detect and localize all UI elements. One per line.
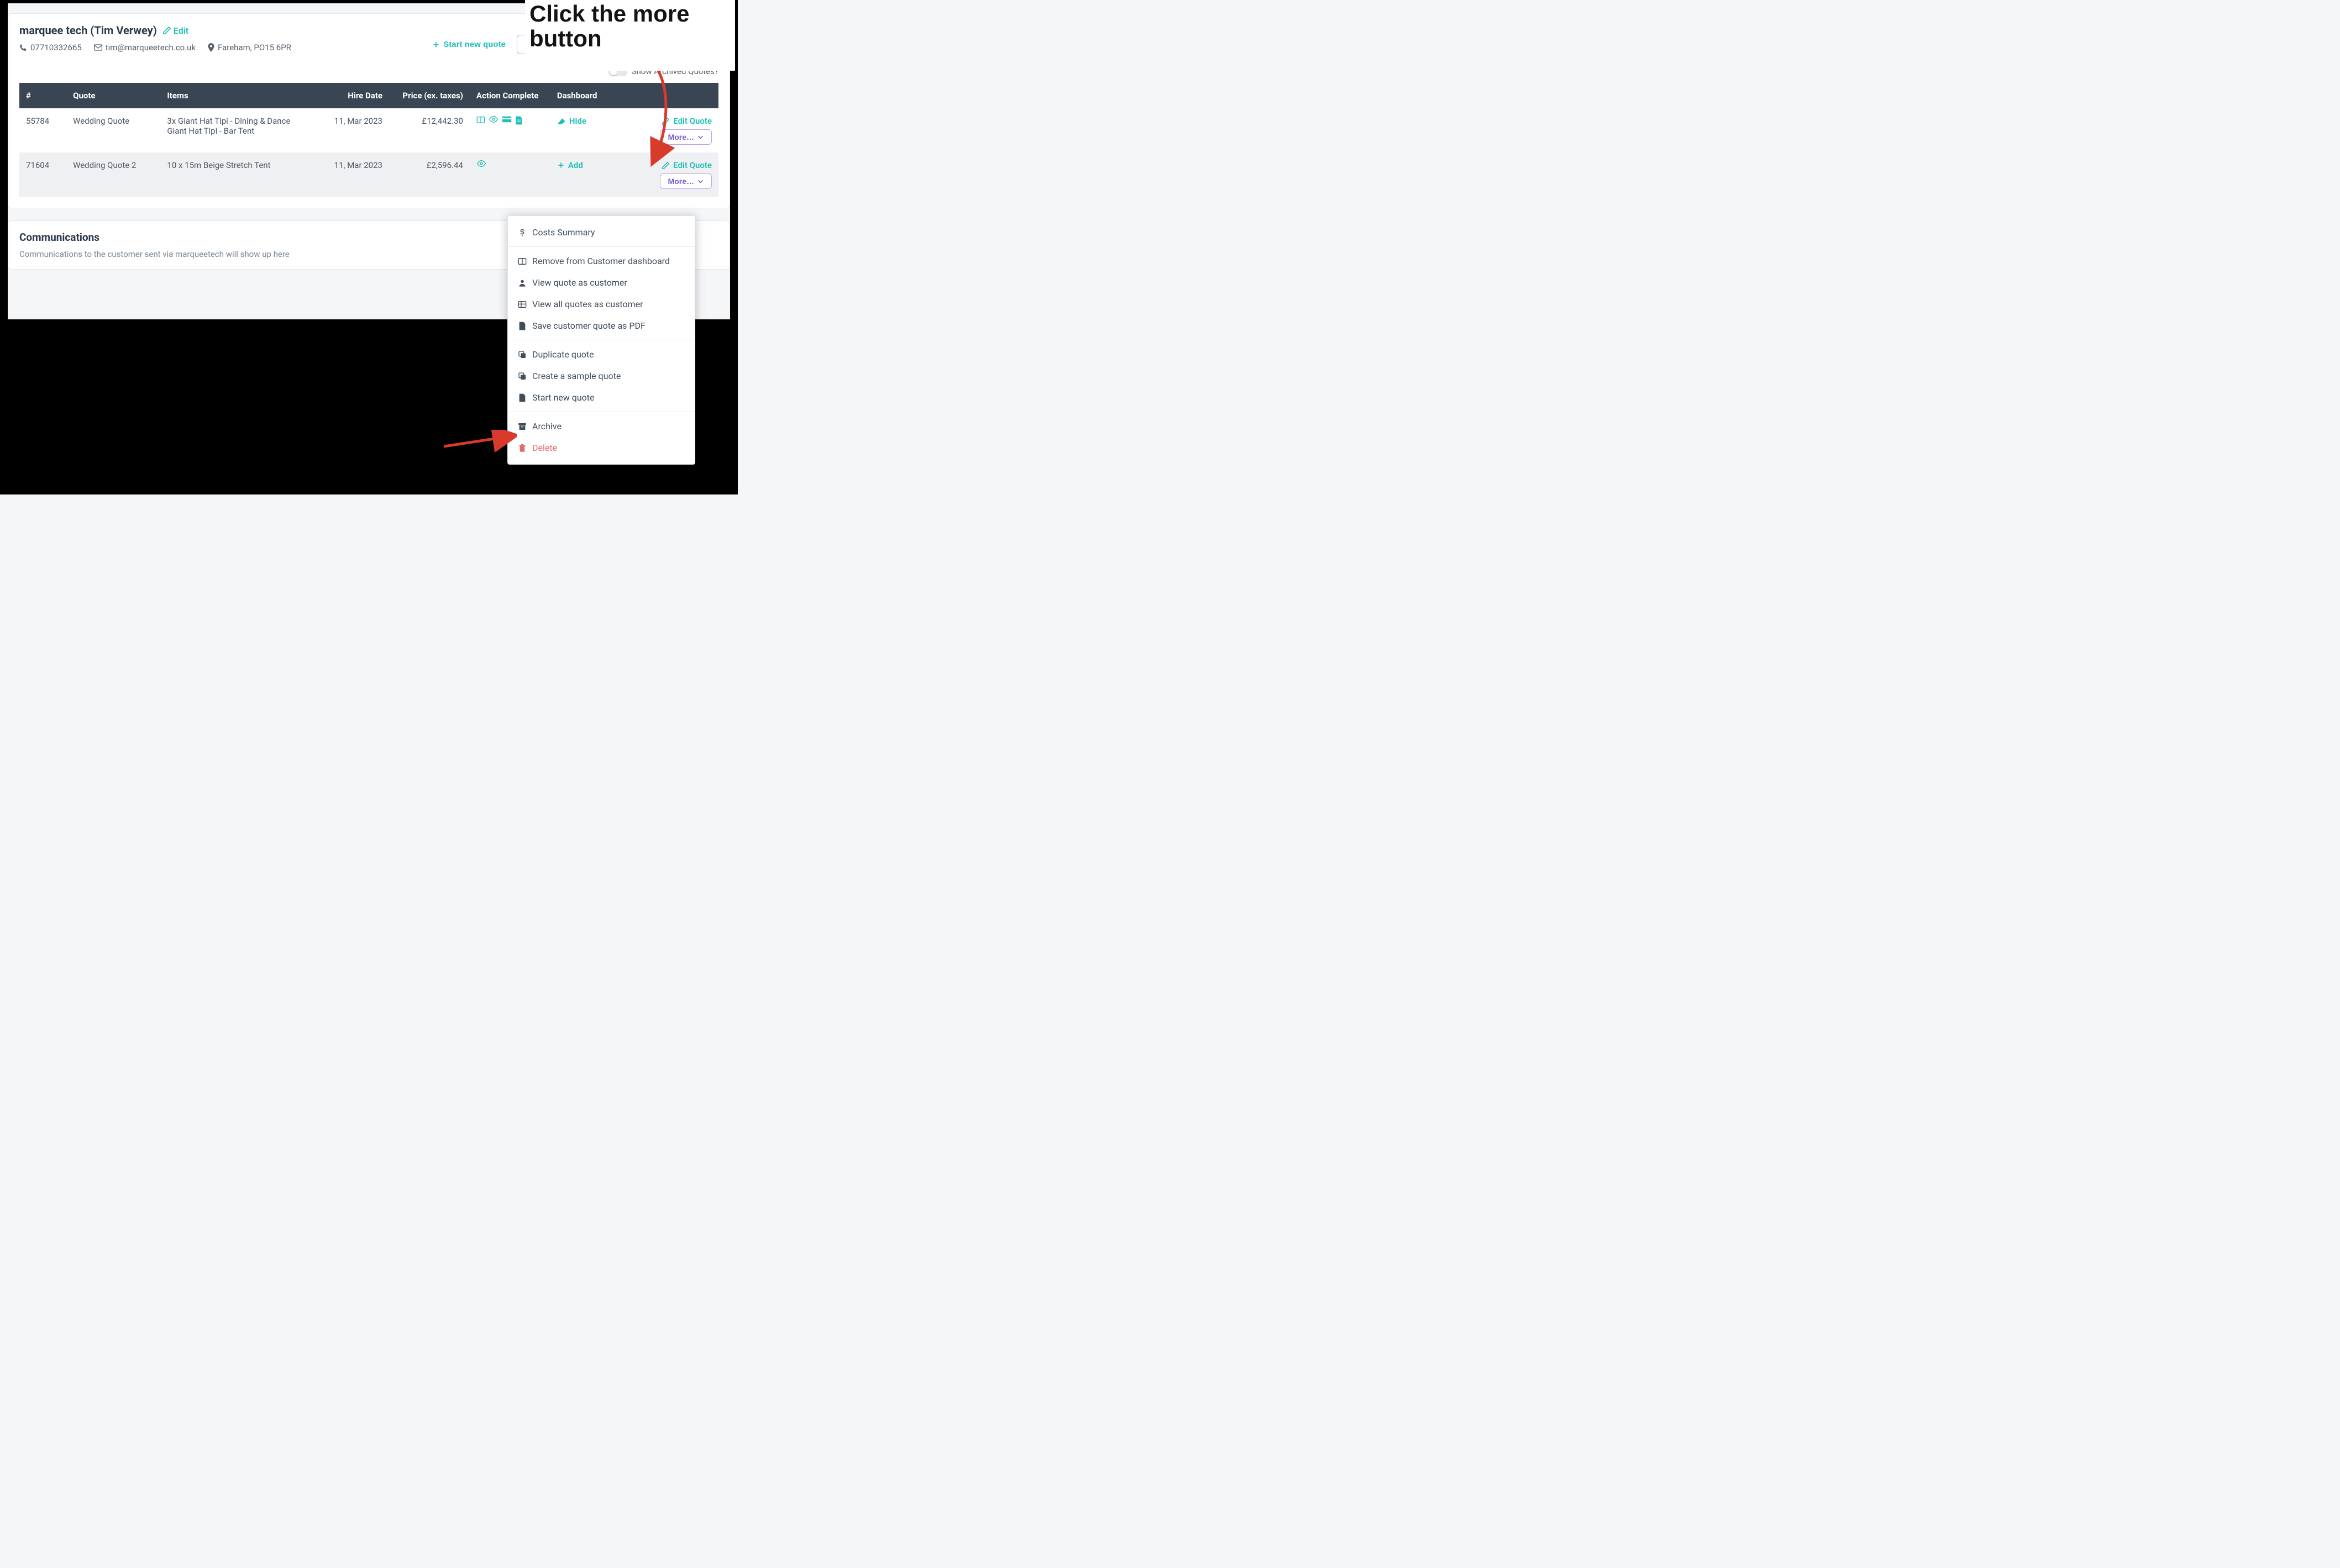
quote-price: £12,442.30 bbox=[389, 108, 470, 152]
table-row: 55784 Wedding Quote 3x Giant Hat Tipi - … bbox=[19, 108, 718, 152]
col-hire-date: Hire Date bbox=[322, 83, 389, 108]
phone-icon bbox=[19, 44, 27, 51]
eye-icon[interactable] bbox=[489, 116, 499, 123]
more-button[interactable]: More… bbox=[660, 173, 712, 189]
email-icon bbox=[94, 44, 102, 51]
eye-icon[interactable] bbox=[476, 160, 486, 167]
columns-icon bbox=[518, 257, 527, 266]
col-dashboard: Dashboard bbox=[550, 83, 631, 108]
quote-items: 10 x 15m Beige Stretch Tent bbox=[160, 152, 322, 197]
menu-view-quote-customer[interactable]: View quote as customer bbox=[508, 272, 695, 293]
menu-duplicate-quote[interactable]: Duplicate quote bbox=[508, 344, 695, 365]
col-num: # bbox=[19, 83, 66, 108]
menu-archive[interactable]: Archive bbox=[508, 415, 695, 437]
col-action: Action Complete bbox=[470, 83, 550, 108]
card-icon[interactable] bbox=[502, 116, 512, 123]
plus-icon bbox=[432, 41, 440, 49]
customer-location: Fareham, PO15 6PR bbox=[208, 43, 291, 52]
customer-name: marquee tech (Tim Verwey) bbox=[19, 24, 157, 37]
menu-delete[interactable]: Delete bbox=[508, 437, 695, 459]
columns-icon[interactable] bbox=[476, 116, 485, 124]
customer-phone: 07710332665 bbox=[19, 43, 82, 52]
quote-id: 71604 bbox=[19, 152, 66, 197]
archive-icon bbox=[518, 422, 527, 431]
more-dropdown-menu: Costs Summary Remove from Customer dashb… bbox=[507, 215, 695, 465]
table-icon bbox=[518, 300, 527, 309]
eraser-icon bbox=[557, 118, 566, 124]
chevron-down-icon bbox=[697, 179, 704, 183]
quote-hire-date: 11, Mar 2023 bbox=[322, 108, 389, 152]
edit-customer-button[interactable]: Edit bbox=[162, 25, 188, 36]
start-new-quote-button[interactable]: Start new quote bbox=[427, 36, 511, 52]
quote-id: 55784 bbox=[19, 108, 66, 152]
duplicate-icon bbox=[518, 372, 527, 381]
col-price: Price (ex. taxes) bbox=[389, 83, 470, 108]
location-icon bbox=[208, 43, 214, 52]
user-icon bbox=[518, 278, 527, 287]
file-icon[interactable] bbox=[515, 116, 523, 125]
quote-hire-date: 11, Mar 2023 bbox=[322, 152, 389, 197]
edit-label: Edit bbox=[174, 25, 188, 36]
file-icon bbox=[518, 393, 527, 402]
table-row: 71604 Wedding Quote 2 10 x 15m Beige Str… bbox=[19, 152, 718, 197]
trash-icon bbox=[518, 444, 527, 452]
annotation-callout: Click the more button bbox=[525, 0, 735, 71]
annotation-text: Click the more button bbox=[529, 1, 731, 51]
quotes-table: # Quote Items Hire Date Price (ex. taxes… bbox=[19, 83, 718, 197]
chevron-down-icon bbox=[697, 135, 704, 139]
quote-price: £2,596.44 bbox=[389, 152, 470, 197]
dollar-icon bbox=[518, 228, 527, 237]
menu-remove-dashboard[interactable]: Remove from Customer dashboard bbox=[508, 250, 695, 272]
menu-sample-quote[interactable]: Create a sample quote bbox=[508, 365, 695, 387]
annotation-arrow-icon bbox=[633, 62, 678, 172]
quote-items: 3x Giant Hat Tipi - Dining & Dance Giant… bbox=[160, 108, 322, 152]
customer-email: tim@marqueetech.co.uk bbox=[94, 43, 196, 52]
menu-costs-summary[interactable]: Costs Summary bbox=[508, 222, 695, 243]
quote-name: Wedding Quote 2 bbox=[66, 152, 160, 197]
pdf-icon bbox=[518, 322, 527, 330]
col-quote: Quote bbox=[66, 83, 160, 108]
edit-icon bbox=[162, 26, 171, 35]
add-dashboard-button[interactable]: Add bbox=[557, 160, 583, 170]
duplicate-icon bbox=[518, 350, 527, 359]
menu-view-all-quotes[interactable]: View all quotes as customer bbox=[508, 293, 695, 315]
menu-start-new-quote[interactable]: Start new quote bbox=[508, 387, 695, 408]
col-items: Items bbox=[160, 83, 322, 108]
annotation-arrow-icon bbox=[439, 430, 517, 452]
hide-dashboard-button[interactable]: Hide bbox=[557, 116, 586, 126]
menu-save-pdf[interactable]: Save customer quote as PDF bbox=[508, 315, 695, 336]
plus-icon bbox=[557, 161, 565, 169]
quote-name: Wedding Quote bbox=[66, 108, 160, 152]
